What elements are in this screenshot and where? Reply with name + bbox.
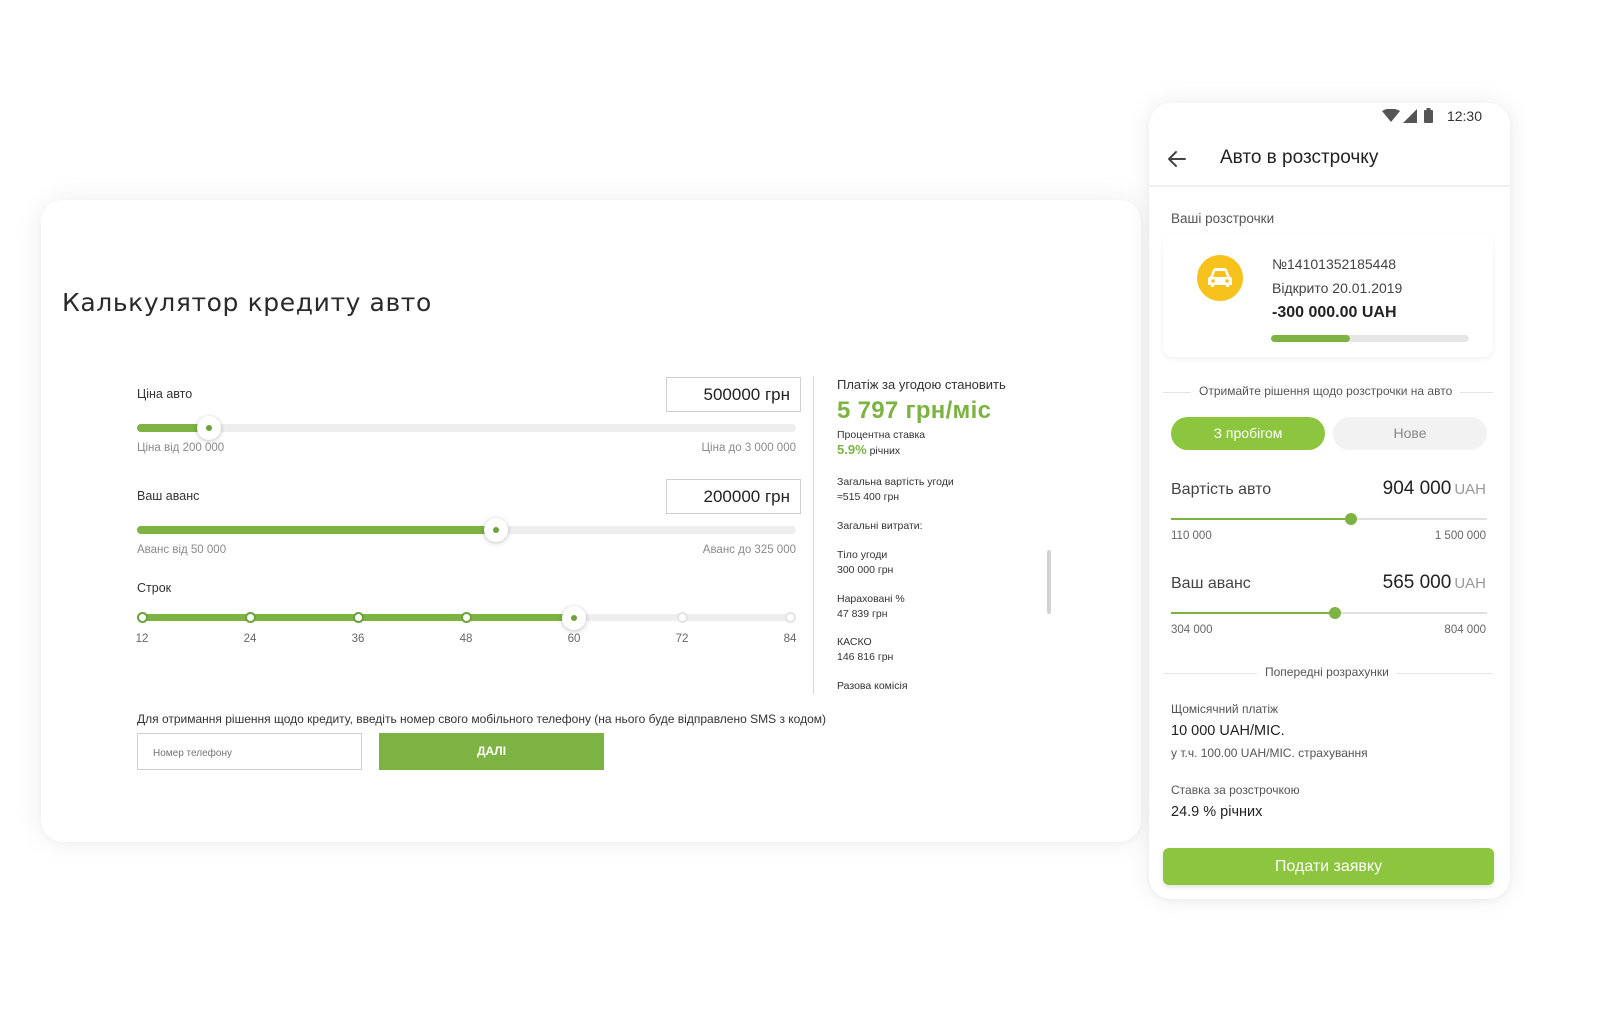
signal-icon [1403,109,1417,123]
car-cost-min: 110 000 [1171,530,1212,542]
rate-line: 5.9% річних [837,443,900,458]
installments-section-title: Ваші розстрочки [1171,211,1275,226]
car-badge [1197,255,1243,301]
advance-input[interactable]: 200000 грн [666,479,801,514]
advance-slider-fill [137,526,497,534]
term-tick-12[interactable] [137,612,148,623]
installment-opened-date: Відкрито 20.01.2019 [1272,280,1403,296]
results-scrollbar[interactable] [1047,550,1051,614]
results-divider [813,376,814,694]
price-label: Ціна авто [137,387,193,401]
installment-rate-label: Ставка за розстрочкою [1171,783,1300,797]
mobile-advance-slider-fill [1171,612,1336,614]
mobile-advance-currency: UAH [1454,575,1486,592]
mobile-advance-value: 565 000 [1382,572,1452,593]
credit-calculator-card: Калькулятор кредиту авто Ціна авто 50000… [41,200,1141,842]
rate-suffix: річних [869,445,901,457]
mobile-advance-slider-handle[interactable] [1329,607,1342,619]
phone-input[interactable] [137,733,362,770]
advance-label: Ваш аванс [137,489,200,503]
total-cost-label: Загальна вартість угоди [837,476,954,488]
car-cost-currency: UAH [1454,481,1486,498]
price-min-label: Ціна від 200 000 [137,442,225,454]
term-tick-label: 36 [351,633,365,645]
car-cost-slider-handle[interactable] [1345,513,1358,525]
monthly-payment: 5 797 грн/міс [837,397,992,424]
status-time: 12:30 [1446,108,1482,124]
calculator-title: Калькулятор кредиту авто [62,288,432,317]
back-arrow-icon[interactable] [1165,147,1189,171]
car-cost-slider[interactable] [1171,513,1487,525]
battery-icon [1424,108,1433,123]
mobile-advance-slider[interactable] [1171,607,1487,619]
term-tick-label: 60 [567,633,581,645]
term-tick-84[interactable] [785,612,796,623]
mobile-advance-max: 804 000 [1444,624,1486,636]
price-slider[interactable] [137,416,796,440]
installment-number: №14101352185448 [1272,256,1397,272]
term-slider[interactable] [137,605,796,630]
mobile-app-screen: 12:30 Авто в розстрочку Ваші розстрочки … [1149,103,1510,899]
rate-value: 5.9% [837,442,867,457]
interest-label: Нараховані % [837,593,905,605]
mobile-advance-min: 304 000 [1171,624,1213,636]
kasko-label: КАСКО [837,636,872,648]
expenses-label: Загальні витрати: [837,520,923,532]
app-bar: Авто в розстрочку [1149,131,1510,187]
car-cost-slider-fill [1171,518,1352,520]
body-value: 300 000 грн [837,564,894,576]
advance-slider-handle[interactable] [484,518,509,542]
price-max-label: Ціна до 3 000 000 [701,442,796,454]
term-tick-label: 84 [783,633,797,645]
next-button[interactable]: ДАЛІ [379,733,604,770]
monthly-payment-label: Щомісячний платіж [1171,702,1279,716]
car-icon [1208,268,1232,287]
kasko-value: 146 816 грн [837,651,894,663]
prelim-note: Попередні розрахунки [1257,665,1397,679]
decision-note: Отримайте рішення щодо розстрочки на авт… [1191,384,1461,398]
car-cost-display: 904 000 UAH [1383,478,1486,500]
term-tick-48[interactable] [461,612,472,623]
term-tick-label: 12 [135,633,149,645]
body-label: Тіло угоди [837,549,888,561]
installment-rate-value: 24.9 % річних [1171,804,1263,820]
submit-application-button[interactable]: Подати заявку [1163,848,1494,885]
installment-amount: -300 000.00 UAH [1272,304,1397,321]
interest-value: 47 839 грн [837,608,888,620]
term-tick-label: 24 [243,633,257,645]
term-label: Строк [137,581,172,595]
mobile-advance-label: Ваш аванс [1171,575,1251,592]
advance-min-label: Аванс від 50 000 [137,544,227,556]
car-cost-max: 1 500 000 [1434,530,1486,542]
price-slider-handle[interactable] [197,416,222,440]
car-cost-label: Вартість авто [1171,481,1272,498]
sms-note: Для отримання рішення щодо кредиту, введ… [137,712,826,726]
rate-label: Процентна ставка [837,429,926,441]
installment-progress-fill [1271,335,1351,342]
advance-slider[interactable] [137,518,796,542]
term-tick-label: 48 [459,633,473,645]
installment-progress [1271,335,1469,342]
fee-label: Разова комісія [837,680,908,692]
status-bar: 12:30 [1149,103,1510,131]
term-tick-72[interactable] [677,612,688,623]
car-cost-value: 904 000 [1382,478,1452,499]
term-tick-24[interactable] [245,612,256,623]
term-tick-36[interactable] [353,612,364,623]
screen-title: Авто в розстрочку [1220,147,1379,168]
segment-used[interactable]: З пробігом [1171,417,1325,450]
monthly-payment-insurance: у т.ч. 100.00 UAH/МІС. страхування [1171,746,1368,760]
term-tick-label: 72 [675,633,689,645]
advance-max-label: Аванс до 325 000 [702,544,796,556]
total-cost-value: ≈515 400 грн [837,491,900,503]
wifi-icon [1382,109,1400,122]
installment-card[interactable]: №14101352185448 Відкрито 20.01.2019 -300… [1163,233,1493,357]
price-input[interactable]: 500000 грн [666,377,801,412]
segment-new[interactable]: Нове [1333,417,1487,450]
monthly-payment-value: 10 000 UAH/МІС. [1171,723,1285,739]
mobile-advance-display: 565 000 UAH [1383,572,1486,594]
term-slider-handle[interactable] [562,605,586,630]
payment-heading: Платіж за угодою становить [837,377,1006,392]
